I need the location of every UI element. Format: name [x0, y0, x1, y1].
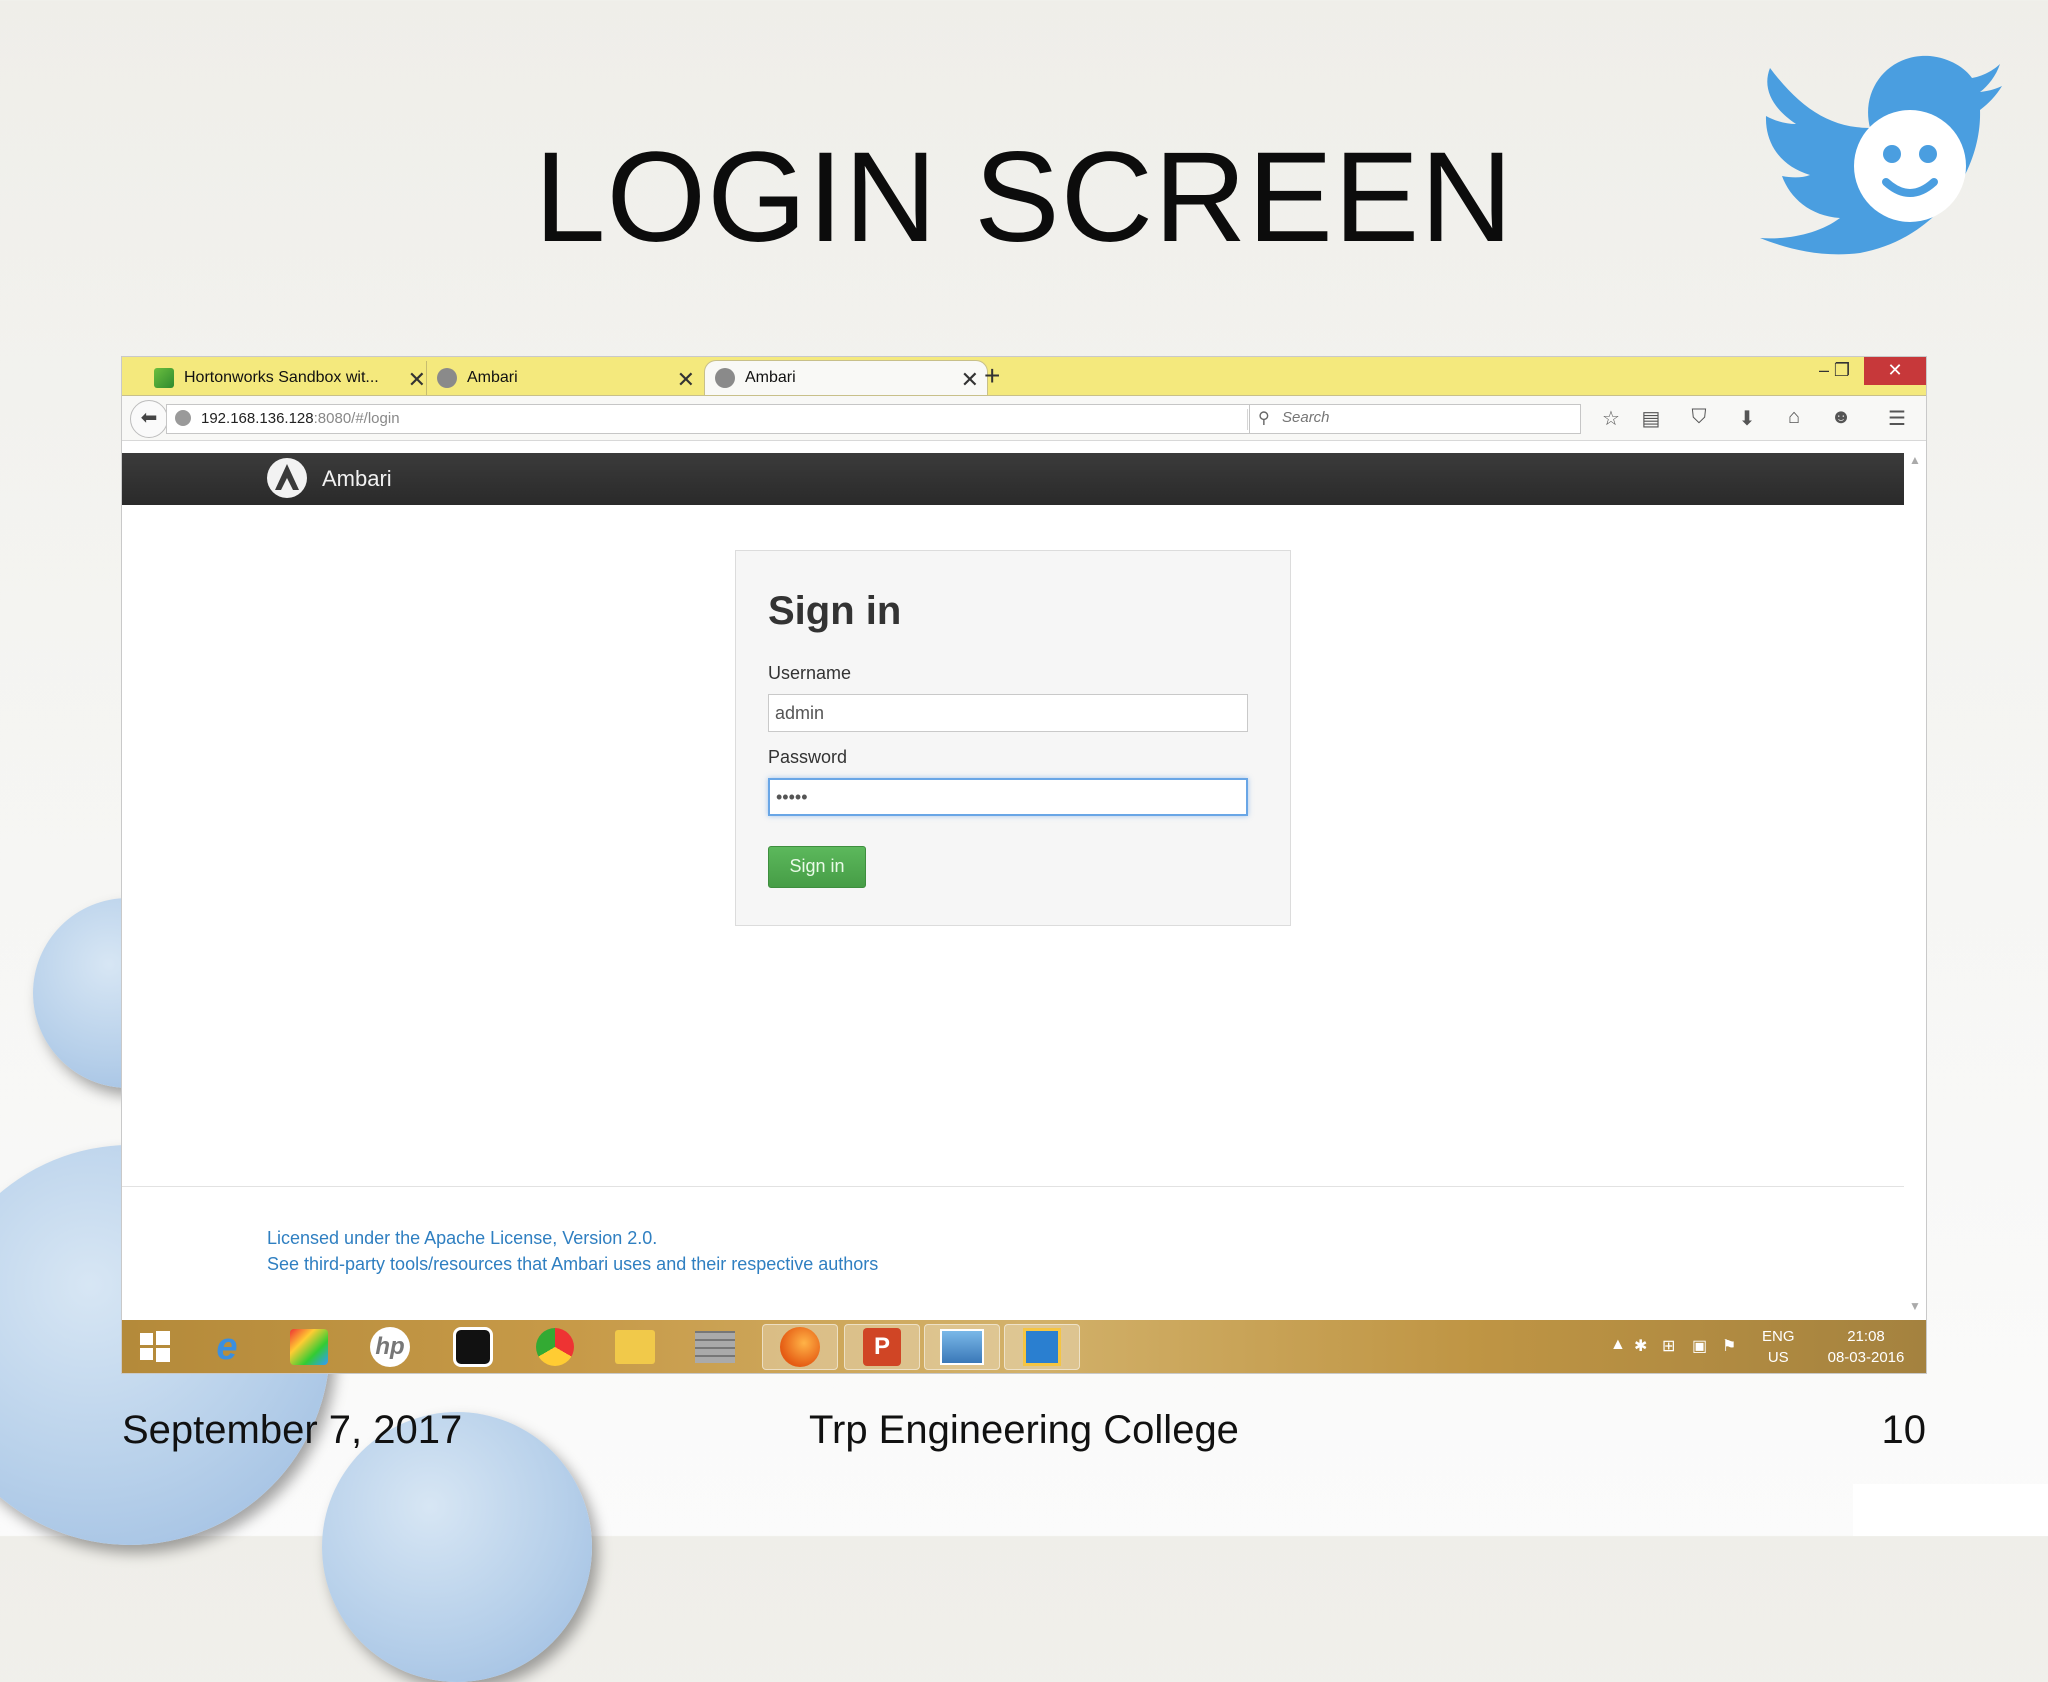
- login-panel: Sign in Username Password Sign in: [735, 550, 1291, 926]
- close-tab-icon[interactable]: ✕: [408, 367, 426, 393]
- tab-hortonworks[interactable]: Hortonworks Sandbox wit... ✕: [148, 361, 434, 395]
- network-icon[interactable]: ▣: [1692, 1336, 1707, 1356]
- bluetooth-icon[interactable]: ✱: [1634, 1336, 1647, 1356]
- camera-icon[interactable]: [450, 1327, 496, 1367]
- page-number: 10: [1881, 1408, 1927, 1452]
- close-tab-icon[interactable]: ✕: [961, 367, 979, 393]
- action-center-flag-icon[interactable]: ⚑: [1722, 1336, 1736, 1356]
- restore-button[interactable]: ❐: [1822, 357, 1862, 385]
- bookmark-star-icon[interactable]: ☆: [1598, 406, 1624, 431]
- address-bar[interactable]: 192.168.136.128:8080/#/login ↻: [166, 404, 1278, 434]
- browser-window: Hortonworks Sandbox wit... ✕ Ambari ✕ Am…: [122, 357, 1926, 1373]
- search-input[interactable]: [1280, 408, 1564, 427]
- explorer-icon[interactable]: [612, 1327, 658, 1367]
- username-field[interactable]: [768, 694, 1248, 732]
- app-brand[interactable]: Ambari: [322, 466, 392, 492]
- new-tab-button[interactable]: +: [984, 361, 1000, 391]
- windows-taskbar: e hp P ▲ ✱ ⊞ ▣ ⚑ ENG US 21:08 08-03-2016: [122, 1320, 1926, 1373]
- back-arrow-icon[interactable]: ⬅: [130, 400, 168, 438]
- sign-in-button[interactable]: Sign in: [768, 846, 866, 888]
- scroll-up-arrow-icon[interactable]: ▲: [1906, 453, 1924, 467]
- search-box[interactable]: ⚲: [1249, 404, 1581, 434]
- tab-label: Ambari: [467, 369, 518, 386]
- hortonworks-icon: [154, 368, 174, 388]
- tab-ambari[interactable]: Ambari ✕: [426, 361, 703, 395]
- language-indicator[interactable]: ENG US: [1762, 1326, 1795, 1368]
- reading-list-icon[interactable]: ▤: [1638, 406, 1664, 431]
- hp-icon[interactable]: hp: [367, 1327, 413, 1367]
- tab-label: Ambari: [745, 369, 796, 386]
- navigation-bar: ⬅ 192.168.136.128:8080/#/login ↻ ⚲ ☆ ▤ ⛉…: [122, 396, 1926, 441]
- ambari-logo-icon[interactable]: [267, 458, 307, 498]
- windows-start-icon[interactable]: [132, 1327, 178, 1367]
- home-icon[interactable]: ⌂: [1781, 406, 1807, 429]
- chat-icon[interactable]: ☻: [1828, 406, 1854, 429]
- download-icon[interactable]: ⬇: [1734, 406, 1760, 431]
- menu-icon[interactable]: ☰: [1884, 406, 1910, 431]
- footer-divider: [122, 1186, 1904, 1187]
- third-party-link[interactable]: See third-party tools/resources that Amb…: [267, 1254, 878, 1275]
- corner-patch: [1853, 1484, 2048, 1536]
- pocket-icon[interactable]: ⛉: [1686, 406, 1712, 429]
- url-text: 192.168.136.128:8080/#/login: [201, 410, 400, 427]
- app-header: Ambari: [122, 453, 1904, 505]
- tab-strip: Hortonworks Sandbox wit... ✕ Ambari ✕ Am…: [122, 357, 1926, 396]
- close-tab-icon[interactable]: ✕: [677, 367, 695, 393]
- virtualbox-icon[interactable]: [1004, 1324, 1080, 1370]
- firefox-icon[interactable]: [762, 1324, 838, 1370]
- close-window-button[interactable]: ✕: [1864, 357, 1926, 385]
- footer-college: Trp Engineering College: [809, 1408, 1239, 1452]
- ambari-icon: [715, 368, 735, 388]
- show-hidden-icons-icon[interactable]: ▲: [1610, 1336, 1626, 1354]
- ie-icon[interactable]: e: [204, 1326, 250, 1368]
- license-link[interactable]: Licensed under the Apache License, Versi…: [267, 1228, 657, 1249]
- chrome-icon[interactable]: [532, 1327, 578, 1367]
- tab-label: Hortonworks Sandbox wit...: [184, 369, 379, 386]
- globe-icon: [175, 410, 191, 426]
- search-icon: ⚲: [1258, 410, 1270, 427]
- powerpoint-icon[interactable]: P: [844, 1324, 920, 1370]
- ambari-icon: [437, 368, 457, 388]
- tab-ambari-active[interactable]: Ambari ✕: [704, 360, 988, 395]
- paint-icon[interactable]: [286, 1327, 332, 1367]
- system-clock[interactable]: 21:08 08-03-2016: [1822, 1326, 1910, 1368]
- firewall-icon[interactable]: [692, 1327, 738, 1367]
- username-label: Username: [768, 663, 852, 683]
- scroll-down-arrow-icon[interactable]: ▼: [1906, 1299, 1924, 1313]
- password-field[interactable]: [768, 778, 1248, 816]
- twitter-bird-logo: [1760, 55, 2002, 255]
- photos-icon[interactable]: [924, 1324, 1000, 1370]
- login-heading: Sign in: [768, 589, 902, 633]
- slide-title: LOGIN SCREEN: [534, 126, 1514, 269]
- windows-tray-icon[interactable]: ⊞: [1662, 1336, 1675, 1356]
- password-label: Password: [768, 747, 848, 767]
